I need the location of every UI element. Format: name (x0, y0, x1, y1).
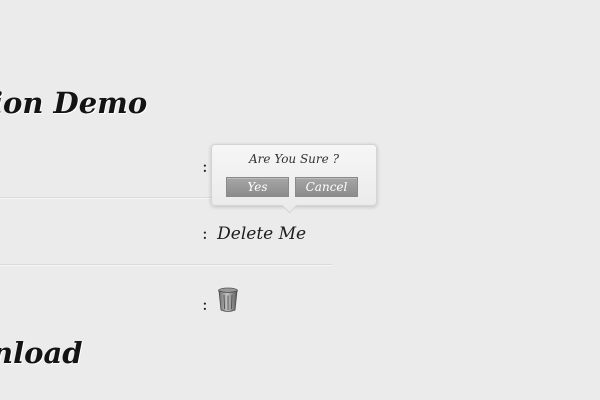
trash-can-icon[interactable] (217, 287, 239, 318)
demo-row-2: : Delete Me (202, 224, 306, 244)
yes-button[interactable]: Yes (226, 177, 289, 197)
row-separator: : (202, 295, 208, 315)
popup-pointer (281, 197, 298, 214)
row-separator: : (202, 224, 208, 244)
row-divider (0, 264, 332, 266)
delete-me-link[interactable]: Delete Me (217, 224, 306, 244)
download-section-heading: nload (0, 336, 83, 370)
confirm-question: Are You Sure ? (249, 152, 339, 166)
demo-section-heading: ion Demo (0, 86, 148, 120)
cancel-button[interactable]: Cancel (295, 177, 358, 197)
confirm-popup: Are You Sure ? Yes Cancel (211, 144, 377, 214)
demo-row-3: : (202, 287, 239, 321)
row-separator: : (202, 157, 208, 177)
